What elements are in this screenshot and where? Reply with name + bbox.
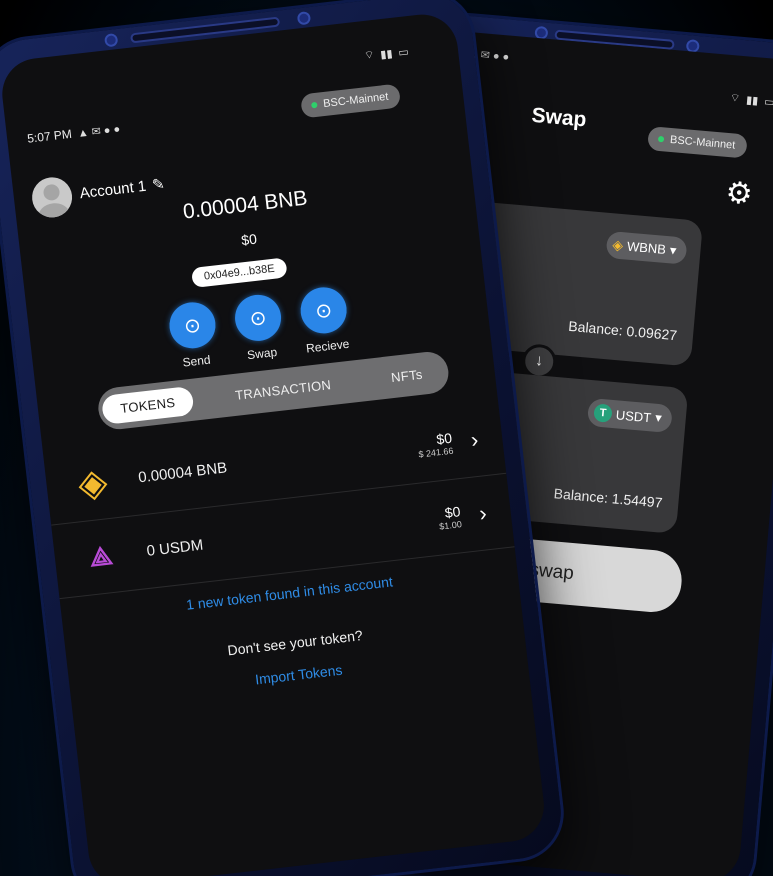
token-value: $0 $ 241.66 [416,429,454,459]
usdm-icon: ⟁ [87,539,115,572]
status-time: 5:07 PM [26,126,73,146]
account-name[interactable]: Account 1 ✎ [79,175,166,203]
signal-icon: ▮▮ [379,47,394,61]
wallet-phone: 5:07 PM ▲ ✉ ● ● ⌔ ▮▮ ▭ BSC-Mainnet Accou… [0,0,566,876]
to-token-selector[interactable]: T USDT ▾ [586,397,673,434]
status-icons: ⌔ ▮▮ ▭ [729,91,773,109]
network-status-dot [657,135,665,143]
swap-icon: ⊙ [232,292,284,344]
battery-icon: ▭ [763,95,773,109]
network-label: BSC-Mainnet [322,90,389,111]
chevron-down-icon: ▾ [654,409,663,426]
status-bar: 5:07 PM ▲ ✉ ● ● [26,121,121,146]
receive-button[interactable]: ⊙ Recieve [298,284,351,356]
chevron-right-icon: › [469,426,480,452]
swap-button[interactable]: ⊙ Swap [232,292,286,363]
token-amount: 0 USDM [145,536,205,560]
gear-icon[interactable]: ⚙ [724,175,754,212]
account-label: Account 1 [78,177,148,202]
wifi-icon: ⌔ [729,92,741,105]
arrow-down-icon: ↓ [534,352,545,370]
send-button[interactable]: ⊙ Send [167,299,220,371]
token-usd: $0 [443,502,462,521]
usdt-icon: T [593,403,613,423]
signal-icon: ▮▮ [745,93,759,107]
chevron-down-icon: ▾ [669,241,678,258]
address-chip[interactable]: 0x04e9...b38E [190,257,288,288]
receive-label: Recieve [305,336,351,356]
send-icon: ⊙ [167,299,218,351]
notification-icon: ▲ ✉ ● ● [77,122,121,140]
status-icons: ⌔ ▮▮ ▭ [363,44,409,63]
tab-nfts[interactable]: NFTs [372,357,442,393]
from-balance: Balance: 0.09627 [567,317,678,344]
token-amount: 0.00004 BNB [137,459,229,487]
phone-sensor [296,11,312,26]
network-selector[interactable]: BSC-Mainnet [647,126,749,159]
to-token-label: USDT [615,406,652,425]
send-label: Send [181,352,212,370]
wallet-screen: 5:07 PM ▲ ✉ ● ● ⌔ ▮▮ ▭ BSC-Mainnet Accou… [0,10,548,876]
chevron-right-icon: › [477,499,488,526]
network-status-dot [311,101,318,109]
from-token-selector[interactable]: ◈ WBNB ▾ [605,230,688,265]
token-value: $0 $1.00 [437,502,463,532]
wbnb-icon: ◈ [611,236,624,254]
from-token-label: WBNB [626,238,667,257]
wifi-icon: ⌔ [363,49,376,63]
page-title: Swap [530,103,588,132]
to-balance: Balance: 1.54497 [553,485,664,511]
receive-icon: ⊙ [298,284,350,336]
battery-icon: ▭ [397,45,410,59]
network-label: BSC-Mainnet [669,133,736,152]
phone-camera [103,32,119,48]
edit-icon[interactable]: ✎ [151,175,165,194]
import-tokens-link[interactable]: Import Tokens [70,641,527,709]
bnb-icon: ◈ [75,461,110,507]
network-selector[interactable]: BSC-Mainnet [300,83,402,119]
token-price: $1.00 [438,518,463,532]
tab-transaction[interactable]: TRANSACTION [216,368,351,412]
tab-tokens[interactable]: TOKENS [100,385,195,425]
swap-label: Swap [246,344,278,363]
